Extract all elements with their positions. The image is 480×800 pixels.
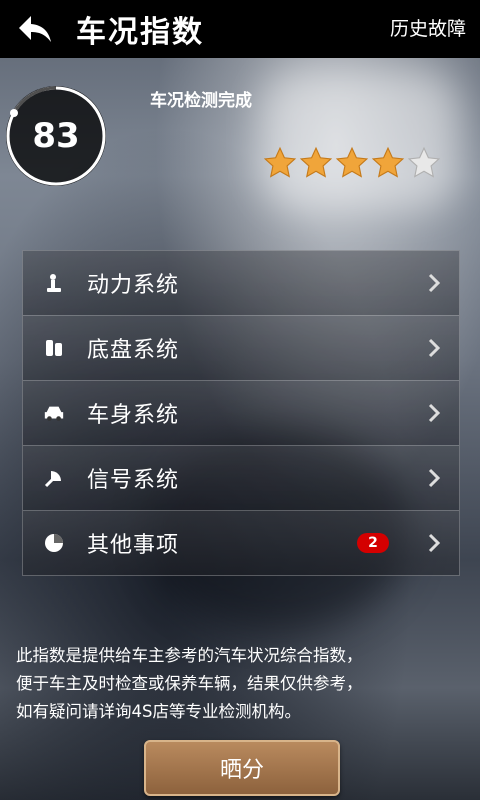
history-faults-button[interactable]: 历史故障 [390, 14, 466, 41]
note-line: 如有疑问请详询4S店等专业检测机构。 [16, 702, 301, 721]
menu-item-label: 车身系统 [87, 403, 180, 428]
menu-item-other[interactable]: 其他事项 2 [23, 511, 459, 575]
notification-badge: 2 [357, 533, 389, 553]
star-filled-icon [335, 146, 369, 178]
chevron-right-icon [427, 403, 441, 427]
system-menu: 动力系统底盘系统车身系统信号系统其他事项 2 [22, 250, 460, 576]
status-text: 车况检测完成 [150, 91, 252, 111]
menu-item-label: 其他事项 [87, 533, 180, 558]
chevron-right-icon [427, 533, 441, 557]
car-body-icon [43, 402, 65, 424]
page-title: 车况指数 [76, 15, 204, 50]
star-empty-icon [407, 146, 441, 178]
chevron-right-icon [427, 273, 441, 297]
star-rating [263, 146, 441, 180]
star-filled-icon [263, 146, 297, 178]
menu-item-power[interactable]: 动力系统 [23, 251, 459, 316]
background-blur-light [260, 70, 460, 210]
note-line: 此指数是提供给车主参考的汽车状况综合指数， [16, 646, 363, 665]
star-filled-icon [299, 146, 333, 178]
top-bar: 车况指数 历史故障 [0, 0, 480, 58]
pie-icon [43, 532, 65, 554]
share-score-button[interactable]: 晒分 [144, 740, 340, 796]
menu-item-chassis[interactable]: 底盘系统 [23, 316, 459, 381]
menu-item-label: 动力系统 [87, 273, 180, 298]
score-value: 83 [32, 116, 80, 156]
menu-item-label: 信号系统 [87, 468, 180, 493]
chevron-right-icon [427, 468, 441, 492]
chassis-icon [43, 337, 65, 359]
disclaimer-note: 此指数是提供给车主参考的汽车状况综合指数， 便于车主及时检查或保养车辆，结果仅供… [16, 642, 466, 726]
star-filled-icon [371, 146, 405, 178]
note-line: 便于车主及时检查或保养车辆，结果仅供参考， [16, 674, 363, 693]
engine-icon [43, 272, 65, 294]
menu-item-label: 底盘系统 [87, 338, 180, 363]
chevron-right-icon [427, 338, 441, 362]
back-arrow-icon [19, 16, 51, 42]
back-button[interactable] [0, 0, 70, 58]
menu-item-signal[interactable]: 信号系统 [23, 446, 459, 511]
signal-icon [43, 467, 65, 489]
menu-item-body[interactable]: 车身系统 [23, 381, 459, 446]
